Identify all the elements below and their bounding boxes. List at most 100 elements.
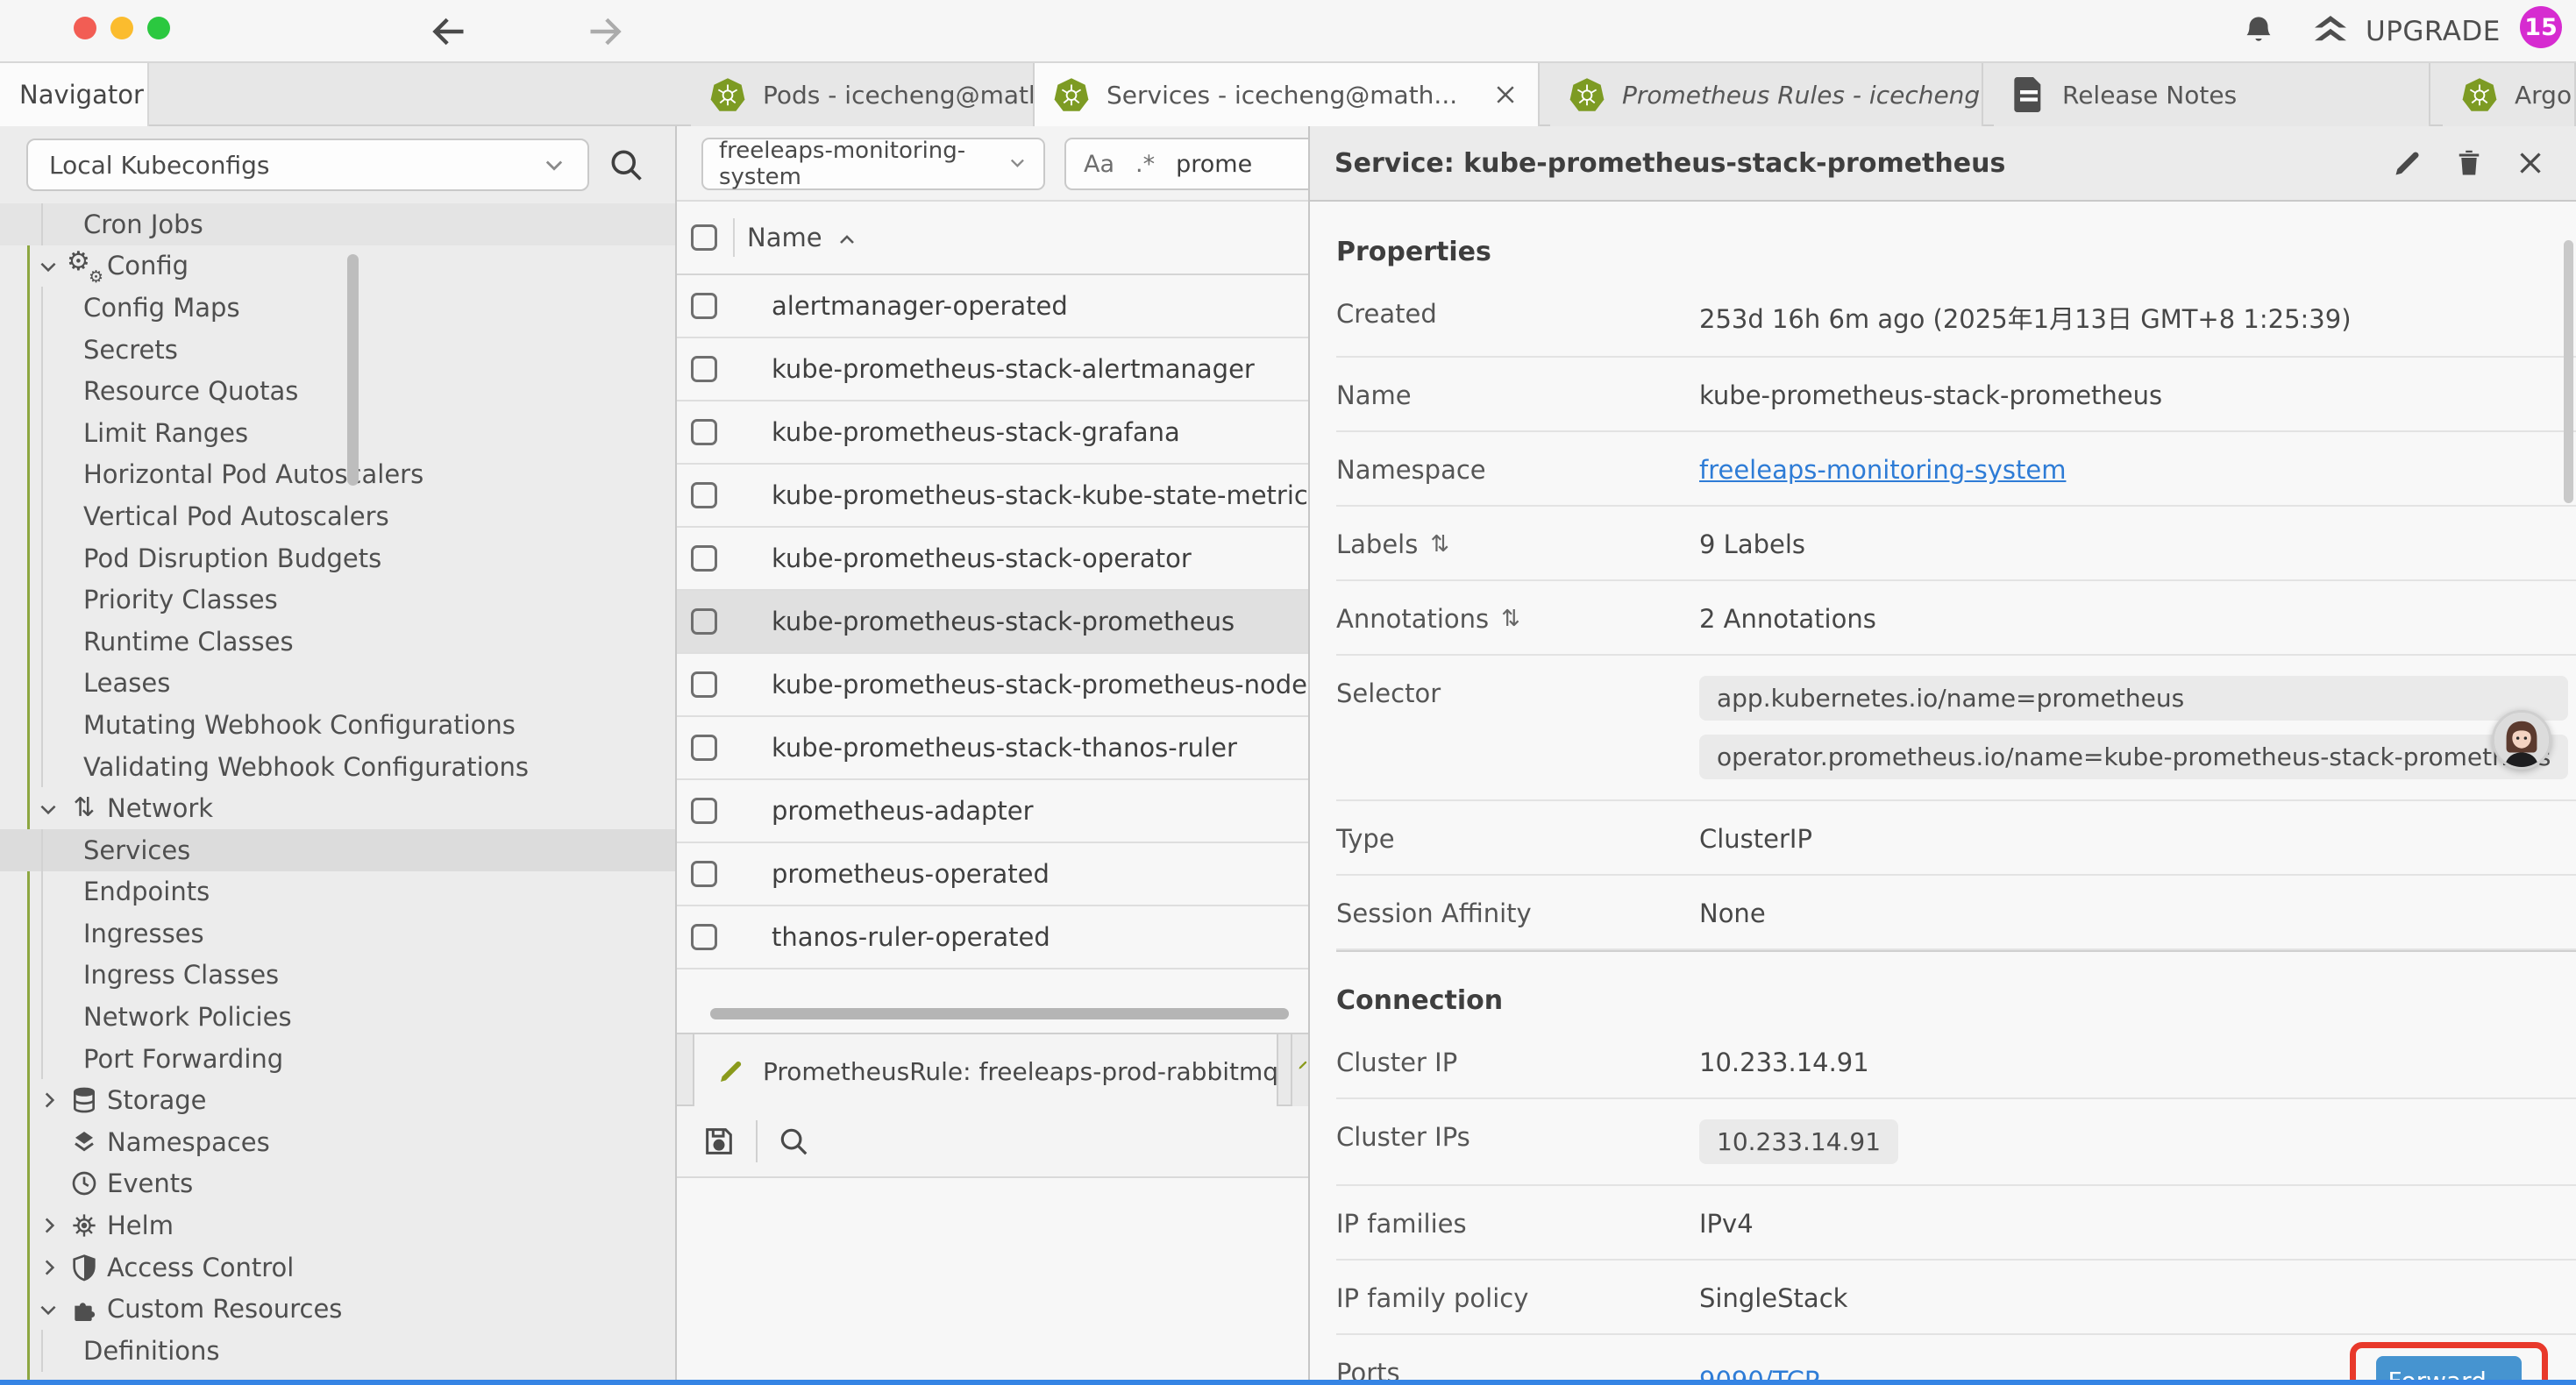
row-checkbox[interactable] bbox=[691, 671, 717, 698]
minimize-window-button[interactable] bbox=[110, 17, 133, 39]
table-row-kube-prometheus-stack-thanos-ruler[interactable]: kube-prometheus-stack-thanos-ruler bbox=[677, 717, 1308, 780]
sidebar-item-port-forwarding[interactable]: Port Forwarding bbox=[0, 1038, 677, 1080]
tab-argo-se[interactable]: Argo Se bbox=[2443, 63, 2576, 126]
navigator-search-icon[interactable] bbox=[607, 146, 645, 184]
forward-arrow-icon[interactable] bbox=[586, 12, 624, 51]
table-row-kube-prometheus-stack-prometheus[interactable]: kube-prometheus-stack-prometheus bbox=[677, 591, 1308, 654]
match-case-toggle[interactable]: Aa bbox=[1084, 151, 1114, 178]
table-row-kube-prometheus-stack-prometheus-node-expor[interactable]: kube-prometheus-stack-prometheus-node-ex… bbox=[677, 654, 1308, 717]
chevron-down-icon[interactable] bbox=[37, 797, 60, 820]
sidebar-item-helm[interactable]: Helm bbox=[0, 1204, 677, 1246]
sidebar-item-events[interactable]: Events bbox=[0, 1163, 677, 1205]
sidebar-item-limit-ranges[interactable]: Limit Ranges bbox=[0, 412, 677, 454]
tab-prometheus-rules-icecheng[interactable]: Prometheus Rules - icecheng... bbox=[1550, 63, 1983, 126]
column-header-name[interactable]: Name bbox=[747, 223, 857, 252]
notification-count-badge[interactable]: 15 bbox=[2520, 6, 2562, 48]
delete-trash-icon[interactable] bbox=[2453, 147, 2485, 179]
sidebar-item-horizontal-pod-autoscalers[interactable]: Horizontal Pod Autoscalers bbox=[0, 454, 677, 496]
chevron-right-icon[interactable] bbox=[37, 1256, 60, 1279]
tab-pods-icecheng-mathmas[interactable]: Pods - icecheng@mathmas... bbox=[691, 63, 1035, 126]
tab-services-icecheng-math[interactable]: Services - icecheng@math... bbox=[1035, 63, 1540, 126]
row-checkbox[interactable] bbox=[691, 356, 717, 382]
back-arrow-icon[interactable] bbox=[430, 12, 468, 51]
table-row-kube-prometheus-stack-grafana[interactable]: kube-prometheus-stack-grafana bbox=[677, 401, 1308, 465]
sidebar-item-resource-quotas[interactable]: Resource Quotas bbox=[0, 370, 677, 412]
regex-toggle[interactable]: .* bbox=[1135, 151, 1155, 178]
sidebar-item-storage[interactable]: Storage bbox=[0, 1079, 677, 1121]
sidebar-item-secrets[interactable]: Secrets bbox=[0, 329, 677, 371]
close-icon[interactable] bbox=[1492, 82, 1519, 108]
editor-search-icon[interactable] bbox=[777, 1125, 810, 1158]
sidebar-item-network[interactable]: ⇅Network bbox=[0, 787, 677, 829]
edit-pencil-icon[interactable] bbox=[2392, 147, 2423, 179]
editor-tab-prometheusrule[interactable]: PrometheusRule: freeleaps-prod-rabbitmq bbox=[693, 1034, 1278, 1108]
chevron-right-icon[interactable] bbox=[37, 1214, 60, 1237]
close-window-button[interactable] bbox=[74, 17, 96, 39]
table-row-prometheus-operated[interactable]: prometheus-operated bbox=[677, 843, 1308, 906]
sidebar-item-namespaces[interactable]: Namespaces bbox=[0, 1121, 677, 1163]
table-row-kube-prometheus-stack-alertmanager[interactable]: kube-prometheus-stack-alertmanager bbox=[677, 338, 1308, 401]
row-checkbox[interactable] bbox=[691, 798, 717, 824]
detail-scrollbar[interactable] bbox=[2564, 240, 2573, 503]
close-icon[interactable] bbox=[2515, 147, 2546, 179]
upgrade-button[interactable]: UPGRADE bbox=[2311, 16, 2501, 47]
sidebar-item-cron-jobs[interactable]: Cron Jobs bbox=[0, 203, 677, 245]
sidebar-item-runtime-classes[interactable]: Runtime Classes bbox=[0, 621, 677, 663]
sidebar-item-pod-disruption-budgets[interactable]: Pod Disruption Budgets bbox=[0, 537, 677, 579]
sidebar-item-config[interactable]: ⚙⚙Config bbox=[0, 245, 677, 288]
sidebar-item-leases[interactable]: Leases bbox=[0, 663, 677, 705]
notifications-bell-icon[interactable] bbox=[2241, 14, 2276, 49]
row-checkbox[interactable] bbox=[691, 608, 717, 635]
kubeconfig-selector[interactable]: Local Kubeconfigs bbox=[26, 138, 589, 191]
tab-release-notes[interactable]: Release Notes bbox=[1994, 63, 2430, 126]
row-checkbox[interactable] bbox=[691, 861, 717, 887]
select-all-checkbox[interactable] bbox=[691, 224, 717, 251]
helm-icon bbox=[68, 1210, 100, 1241]
property-row-session-affinity: Session AffinityNone bbox=[1336, 876, 2576, 950]
port-link[interactable]: 9090/TCP bbox=[1699, 1366, 1819, 1380]
filter-input[interactable]: Aa .* prome bbox=[1064, 138, 1308, 190]
sidebar-item-mutating-webhook-configurations[interactable]: Mutating Webhook Configurations bbox=[0, 704, 677, 746]
sidebar-item-config-maps[interactable]: Config Maps bbox=[0, 287, 677, 329]
property-row-annotations: Annotations⇅2 Annotations bbox=[1336, 581, 2576, 656]
sidebar-item-ingresses[interactable]: Ingresses bbox=[0, 913, 677, 955]
table-row-kube-prometheus-stack-kube-state-metrics[interactable]: kube-prometheus-stack-kube-state-metrics bbox=[677, 465, 1308, 528]
horizontal-scrollbar[interactable] bbox=[710, 1008, 1289, 1019]
row-checkbox[interactable] bbox=[691, 545, 717, 572]
chevron-down-icon[interactable] bbox=[37, 1297, 60, 1320]
sidebar-item-services[interactable]: Services bbox=[0, 829, 677, 871]
row-checkbox[interactable] bbox=[691, 924, 717, 950]
sidebar-item-custom-resources[interactable]: Custom Resources bbox=[0, 1288, 677, 1330]
navigator-panel-tab[interactable]: Navigator bbox=[0, 63, 149, 126]
table-row-prometheus-adapter[interactable]: prometheus-adapter bbox=[677, 780, 1308, 843]
sidebar-item-definitions[interactable]: Definitions bbox=[0, 1330, 677, 1372]
sidebar-item-network-policies[interactable]: Network Policies bbox=[0, 996, 677, 1038]
row-checkbox[interactable] bbox=[691, 482, 717, 508]
row-checkbox[interactable] bbox=[691, 293, 717, 319]
chevron-right-icon[interactable] bbox=[37, 1089, 60, 1112]
row-checkbox[interactable] bbox=[691, 419, 717, 445]
namespace-link[interactable]: freeleaps-monitoring-system bbox=[1699, 452, 2066, 485]
sidebar-item-endpoints[interactable]: Endpoints bbox=[0, 871, 677, 913]
save-icon[interactable] bbox=[701, 1124, 737, 1159]
maximize-window-button[interactable] bbox=[147, 17, 170, 39]
namespace-selector[interactable]: freeleaps-monitoring-system bbox=[701, 138, 1045, 190]
sidebar-item-ingress-classes[interactable]: Ingress Classes bbox=[0, 955, 677, 997]
forward-button[interactable]: Forward... bbox=[2376, 1356, 2522, 1380]
navigator-scrollbar[interactable] bbox=[347, 254, 359, 486]
table-row-alertmanager-operated[interactable]: alertmanager-operated bbox=[677, 275, 1308, 338]
sidebar-item-access-control[interactable]: Access Control bbox=[0, 1246, 677, 1289]
sidebar-item-vertical-pod-autoscalers[interactable]: Vertical Pod Autoscalers bbox=[0, 495, 677, 537]
table-row-thanos-ruler-operated[interactable]: thanos-ruler-operated bbox=[677, 906, 1308, 970]
row-checkbox[interactable] bbox=[691, 735, 717, 761]
sort-toggle-icon[interactable]: ⇅ bbox=[1430, 533, 1449, 556]
sidebar-item-priority-classes[interactable]: Priority Classes bbox=[0, 579, 677, 621]
table-row-kube-prometheus-stack-operator[interactable]: kube-prometheus-stack-operator bbox=[677, 528, 1308, 591]
chevron-down-icon[interactable] bbox=[37, 254, 60, 277]
clock-icon bbox=[68, 1168, 100, 1199]
value-chip: app.kubernetes.io/name=prometheus bbox=[1699, 676, 2568, 721]
editor-tab-partial[interactable] bbox=[1291, 1034, 1308, 1108]
sidebar-item-validating-webhook-configurations[interactable]: Validating Webhook Configurations bbox=[0, 746, 677, 788]
avatar[interactable] bbox=[2492, 710, 2551, 770]
sort-toggle-icon[interactable]: ⇅ bbox=[1501, 607, 1520, 630]
